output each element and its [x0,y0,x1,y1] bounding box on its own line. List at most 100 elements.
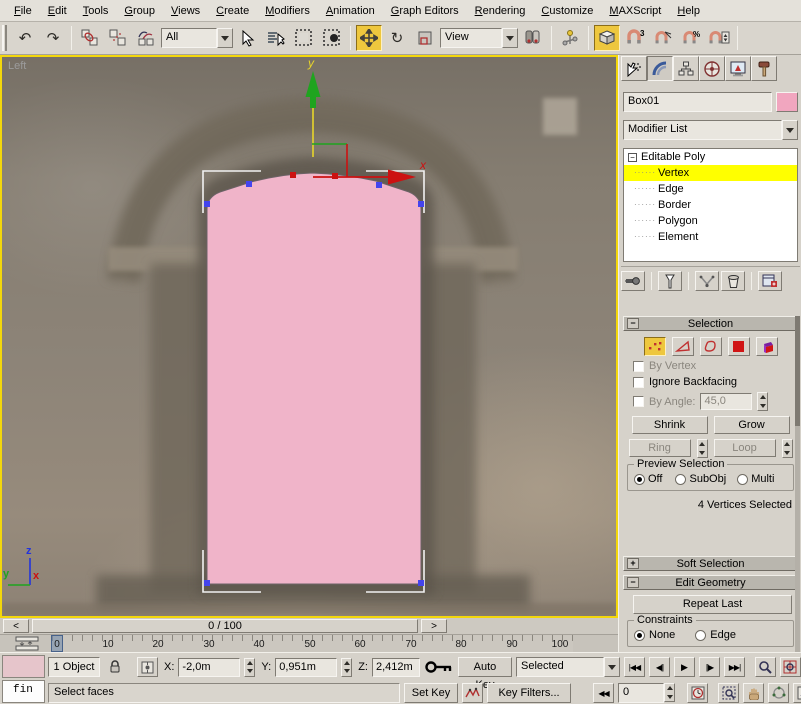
constraints-edge-radio[interactable] [695,630,706,641]
go-to-start-icon[interactable]: |◀◀ [624,657,645,677]
menu-animation[interactable]: Animation [318,2,383,20]
editable-poly-object[interactable] [207,173,421,584]
repeat-last-button[interactable]: Repeat Last [633,595,792,614]
chevron-down-icon[interactable] [782,120,798,140]
angle-snap-magnet-icon[interactable] [650,25,676,51]
maxscript-mini-listener[interactable]: fin [2,680,45,703]
region-zoom-icon[interactable] [718,683,739,703]
menu-tools[interactable]: Tools [75,2,117,20]
configure-modifier-sets-icon[interactable] [758,271,782,291]
y-coordinate-field[interactable]: 0,951m [275,658,337,677]
menu-maxscript[interactable]: MAXScript [601,2,669,20]
select-and-rotate-icon[interactable]: ↻ [384,25,410,51]
tab-utilities-icon[interactable] [751,56,777,81]
edge-mode-icon[interactable] [672,337,694,356]
mini-curve-editor-icon[interactable] [14,636,42,651]
menu-edit[interactable]: Edit [40,2,75,20]
selection-filter-dropdown[interactable]: All [161,28,233,48]
preview-multi-radio[interactable] [737,474,748,485]
panel-scrollbar-thumb[interactable] [795,316,800,426]
snap-3d-magnet-icon[interactable]: 3 [622,25,648,51]
make-unique-icon[interactable] [695,271,719,291]
chevron-down-icon[interactable] [502,28,518,48]
maximize-viewport-toggle-icon[interactable] [793,683,801,703]
key-mode-dropdown[interactable]: Selected [516,657,620,677]
object-name-field[interactable]: Box01 [623,92,772,112]
time-slider-prev-button[interactable]: < [3,619,29,633]
element-mode-icon[interactable] [756,337,778,356]
pin-stack-icon[interactable] [621,271,645,291]
track-bar[interactable]: 0 10 20 30 40 50 60 70 80 90 100 [0,634,618,652]
zoom-all-icon[interactable] [780,657,801,677]
ring-spinner[interactable] [697,439,708,458]
key-filters-button[interactable]: Key Filters... [487,683,571,703]
show-end-result-icon[interactable] [658,271,682,291]
stack-item-element[interactable]: ······ Element [624,229,797,245]
menu-rendering[interactable]: Rendering [467,2,534,20]
loop-spinner[interactable] [782,439,793,458]
spinner-snap-magnet-icon[interactable] [706,25,732,51]
pan-hand-icon[interactable] [743,683,764,703]
menu-graph-editors[interactable]: Graph Editors [383,2,467,20]
vertex-mode-icon[interactable] [644,337,666,356]
select-and-move-icon[interactable] [356,25,382,51]
menu-file[interactable]: File [6,2,40,20]
constraints-none-radio[interactable] [634,630,645,641]
panel-scrollbar[interactable] [795,316,800,652]
select-by-name-icon[interactable] [263,25,289,51]
next-frame-icon[interactable]: ||▶ [699,657,720,677]
stack-item-editable-poly[interactable]: − Editable Poly [624,149,797,165]
set-keys-key-icon[interactable] [424,657,454,677]
viewport-label[interactable]: Left [8,60,26,72]
chevron-down-icon[interactable] [217,28,233,48]
stack-item-border[interactable]: ······ Border [624,197,797,213]
menu-customize[interactable]: Customize [533,2,601,20]
menu-views[interactable]: Views [163,2,208,20]
percent-snap-magnet-icon[interactable]: % [678,25,704,51]
by-angle-checkbox[interactable] [633,396,644,407]
menu-group[interactable]: Group [116,2,163,20]
zoom-icon[interactable] [755,657,776,677]
tab-motion-icon[interactable] [699,56,725,81]
modifier-list-dropdown[interactable]: Modifier List [623,120,798,140]
z-coordinate-field[interactable]: 2,412m [372,658,420,677]
previous-frame-icon[interactable]: ◀|| [649,657,670,677]
preview-off-radio[interactable] [634,474,645,485]
use-pivot-point-center-icon[interactable] [520,25,546,51]
polygon-mode-icon[interactable] [728,337,750,356]
ring-button[interactable]: Ring [629,439,691,457]
time-configuration-icon[interactable] [687,683,708,703]
soft-selection-rollout-header[interactable]: + Soft Selection [623,556,798,571]
unlink-selection-icon[interactable] [105,25,131,51]
tab-create-icon[interactable] [621,56,647,81]
select-object-icon[interactable] [235,25,261,51]
shrink-button[interactable]: Shrink [632,416,708,434]
remove-modifier-icon[interactable] [721,271,745,291]
y-spinner[interactable] [341,658,352,677]
loop-button[interactable]: Loop [714,439,776,457]
border-mode-icon[interactable] [700,337,722,356]
expand-icon[interactable]: + [627,558,639,569]
collapse-icon[interactable]: − [627,577,639,588]
menu-help[interactable]: Help [669,2,708,20]
key-mode-toggle-icon[interactable]: ◀◀ [593,683,614,703]
by-angle-field[interactable]: 45,0 [700,393,752,410]
select-and-manipulate-icon[interactable] [557,25,583,51]
by-angle-spinner[interactable] [757,392,768,411]
rectangular-selection-region-icon[interactable] [291,25,317,51]
x-coordinate-field[interactable]: -2,0m [178,658,240,677]
go-to-end-icon[interactable]: ▶▶| [724,657,745,677]
window-crossing-icon[interactable] [319,25,345,51]
x-spinner[interactable] [244,658,255,677]
collapse-icon[interactable]: − [628,153,637,162]
redo-icon[interactable]: ↷ [40,25,66,51]
time-slider-thumb[interactable]: 0 / 100 [32,619,418,633]
reference-coordinate-dropdown[interactable]: View [440,28,518,48]
macro-recorder-pane[interactable] [2,655,45,678]
selection-rollout-header[interactable]: − Selection [623,316,798,331]
select-and-link-icon[interactable] [77,25,103,51]
bind-to-space-warp-icon[interactable] [133,25,159,51]
arc-rotate-icon[interactable] [768,683,789,703]
current-frame-field[interactable]: 0 [618,683,664,703]
viewport-left[interactable]: y x z y x Left [0,55,618,618]
